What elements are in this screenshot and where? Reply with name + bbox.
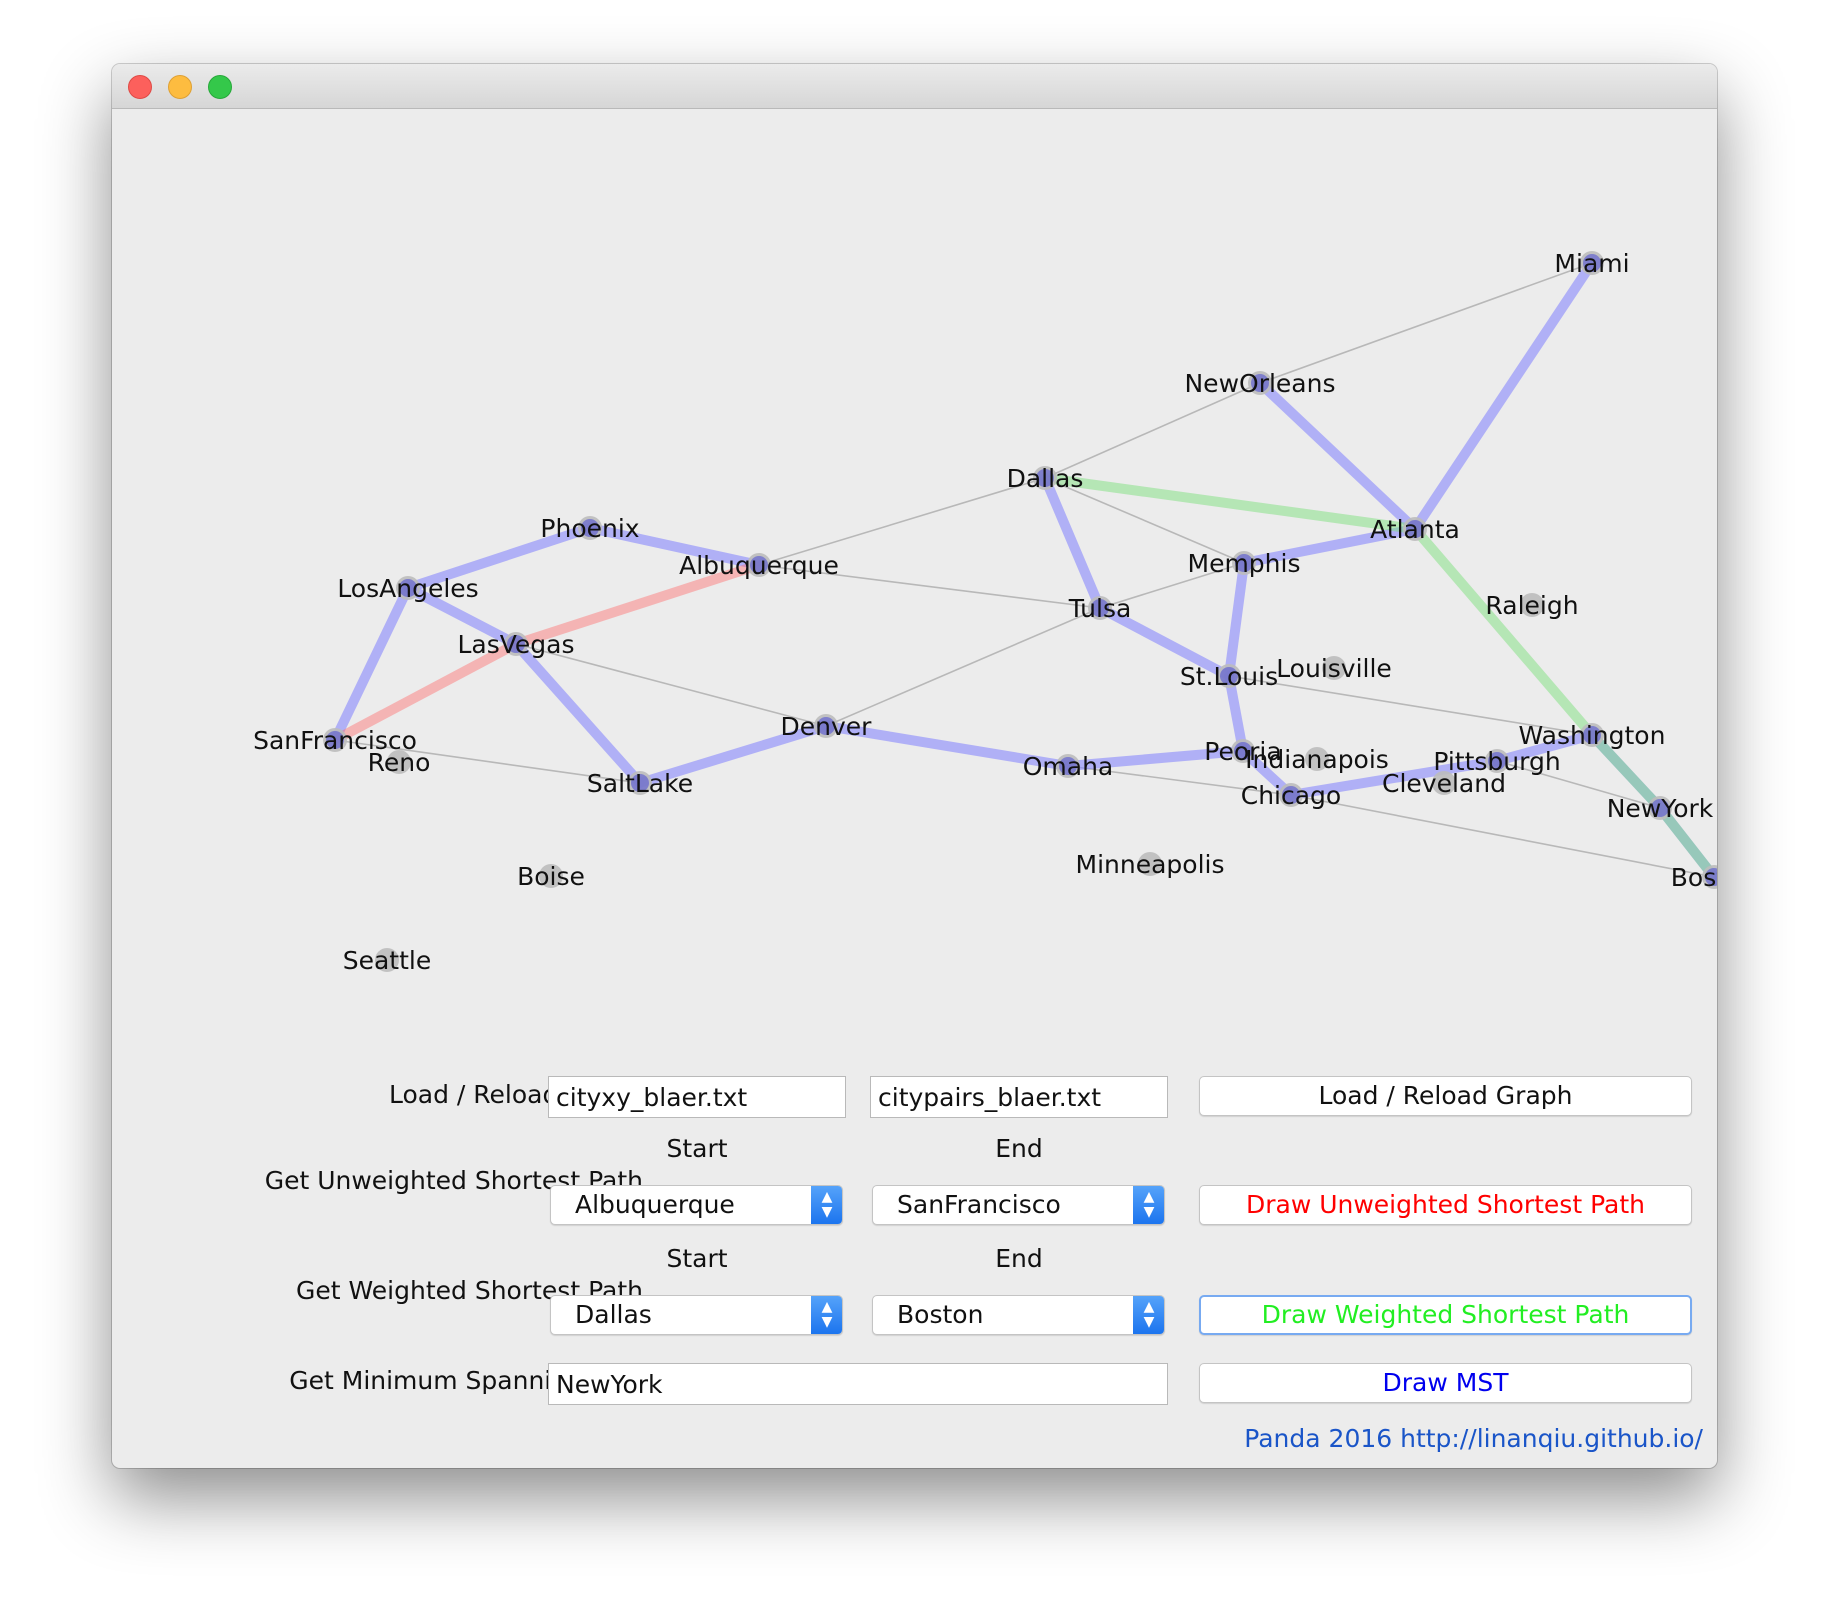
graph-canvas: Miami NewOrleans Dallas Atlanta Memphis Phoen… bbox=[253, 249, 1717, 975]
city-label-miami: Miami bbox=[1554, 249, 1629, 278]
mst-edge-atlanta-miami bbox=[1410, 258, 1597, 534]
load-graph-button[interactable]: Load / Reload Graph bbox=[1199, 1076, 1692, 1116]
city-label-losangeles: LosAngeles bbox=[337, 574, 478, 603]
city-label-neworleans: NewOrleans bbox=[1184, 369, 1335, 398]
unweighted-start-select[interactable]: Albuquerque ▲ ▼ bbox=[550, 1185, 843, 1225]
unweighted-start-value: Albuquerque bbox=[575, 1190, 735, 1219]
weighted-path-edge-atlanta-washington bbox=[1410, 524, 1597, 740]
edge-miami-neworleans bbox=[1259, 262, 1593, 384]
city-label-louisville: Louisville bbox=[1276, 654, 1392, 683]
mst-edge-lasvegas-saltlake bbox=[511, 639, 645, 788]
city-label-indianapois: Indianapois bbox=[1245, 745, 1389, 774]
city-label-albuquerque: Albuquerque bbox=[679, 551, 839, 580]
city-label-dallas: Dallas bbox=[1007, 464, 1084, 493]
unweighted-end-label: End bbox=[995, 1134, 1043, 1163]
graph-labels-layer: Miami NewOrleans Dallas Atlanta Memphis Phoen… bbox=[253, 249, 1717, 975]
city-xy-file-input[interactable] bbox=[548, 1076, 846, 1118]
city-label-reno: Reno bbox=[368, 748, 431, 777]
weighted-end-select[interactable]: Boston ▲ ▼ bbox=[872, 1295, 1165, 1335]
city-label-phoenix: Phoenix bbox=[540, 514, 639, 543]
city-label-saltlake: SaltLake bbox=[587, 769, 693, 798]
city-label-cleveland: Cleveland bbox=[1382, 769, 1506, 798]
unweighted-start-label: Start bbox=[666, 1134, 728, 1163]
chevron-up-down-icon: ▲ ▼ bbox=[1133, 1296, 1164, 1334]
chevron-up-down-icon: ▲ ▼ bbox=[811, 1186, 842, 1224]
city-pairs-file-input[interactable] bbox=[870, 1076, 1168, 1118]
minimize-window-button[interactable] bbox=[168, 75, 192, 99]
zoom-window-button[interactable] bbox=[208, 75, 232, 99]
unweighted-end-select[interactable]: SanFrancisco ▲ ▼ bbox=[872, 1185, 1165, 1225]
city-label-denver: Denver bbox=[781, 712, 873, 741]
graph-edges-layer bbox=[334, 262, 1715, 878]
city-label-tulsa: Tulsa bbox=[1068, 594, 1132, 623]
city-label-st-louis: St.Louis bbox=[1180, 662, 1278, 691]
edge-tulsa-denver bbox=[825, 607, 1101, 727]
title-bar[interactable] bbox=[112, 64, 1717, 109]
city-label-raleigh: Raleigh bbox=[1485, 591, 1578, 620]
city-label-chicago: Chicago bbox=[1241, 781, 1341, 810]
weighted-end-label: End bbox=[995, 1244, 1043, 1273]
mst-path-layer bbox=[330, 258, 1717, 882]
city-label-memphis: Memphis bbox=[1188, 549, 1301, 578]
weighted-end-value: Boston bbox=[897, 1300, 984, 1329]
draw-mst-button[interactable]: Draw MST bbox=[1199, 1363, 1692, 1403]
city-label-minneapolis: Minneapolis bbox=[1076, 850, 1225, 879]
app-window: Miami NewOrleans Dallas Atlanta Memphis Phoen… bbox=[112, 64, 1717, 1468]
weighted-path-edge-dallas-atlanta bbox=[1040, 473, 1420, 534]
chevron-up-down-icon: ▲ ▼ bbox=[1133, 1186, 1164, 1224]
city-label-lasvegas: LasVegas bbox=[457, 630, 574, 659]
weighted-start-value: Dallas bbox=[575, 1300, 652, 1329]
city-label-seattle: Seattle bbox=[343, 946, 432, 975]
city-label-omaha: Omaha bbox=[1023, 752, 1114, 781]
city-label-washington: Washington bbox=[1519, 721, 1666, 750]
city-label-atlanta: Atlanta bbox=[1370, 515, 1460, 544]
chevron-up-down-icon: ▲ ▼ bbox=[811, 1296, 842, 1334]
weighted-start-select[interactable]: Dallas ▲ ▼ bbox=[550, 1295, 843, 1335]
weighted-start-label: Start bbox=[666, 1244, 728, 1273]
mst-edge-st-louis-memphis bbox=[1224, 558, 1249, 681]
footer-credit-link[interactable]: Panda 2016 http://linanqiu.github.io/ bbox=[1244, 1424, 1703, 1453]
city-label-boise: Boise bbox=[517, 862, 585, 891]
draw-weighted-path-button[interactable]: Draw Weighted Shortest Path bbox=[1199, 1295, 1692, 1335]
mst-root-input[interactable] bbox=[548, 1363, 1168, 1405]
unweighted-end-value: SanFrancisco bbox=[897, 1190, 1061, 1219]
city-label-boston: Boston bbox=[1671, 863, 1717, 892]
close-window-button[interactable] bbox=[128, 75, 152, 99]
draw-unweighted-path-button[interactable]: Draw Unweighted Shortest Path bbox=[1199, 1185, 1692, 1225]
city-label-newyork: NewYork bbox=[1607, 794, 1714, 823]
